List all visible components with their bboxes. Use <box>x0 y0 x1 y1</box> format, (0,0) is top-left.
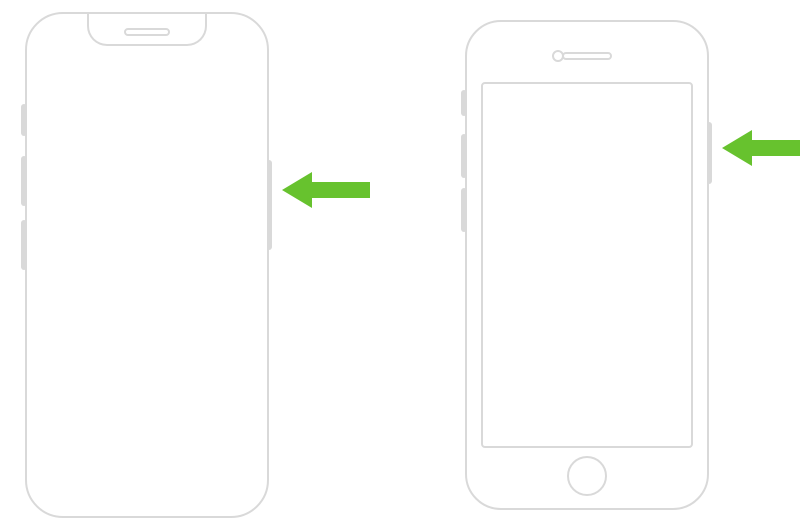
phone-faceid-speaker <box>124 28 170 36</box>
phone-homebutton-screen <box>481 82 693 448</box>
phone-faceid <box>16 12 274 522</box>
phone-homebutton <box>456 20 714 514</box>
arrow-left-icon <box>282 170 372 210</box>
phone-faceid-notch <box>87 14 207 46</box>
phone-faceid-frame <box>25 12 269 518</box>
arrow-left-icon <box>722 128 802 168</box>
phone-homebutton-home-button <box>567 456 607 496</box>
phone-homebutton-speaker <box>562 52 612 60</box>
phone-homebutton-frame <box>465 20 709 510</box>
